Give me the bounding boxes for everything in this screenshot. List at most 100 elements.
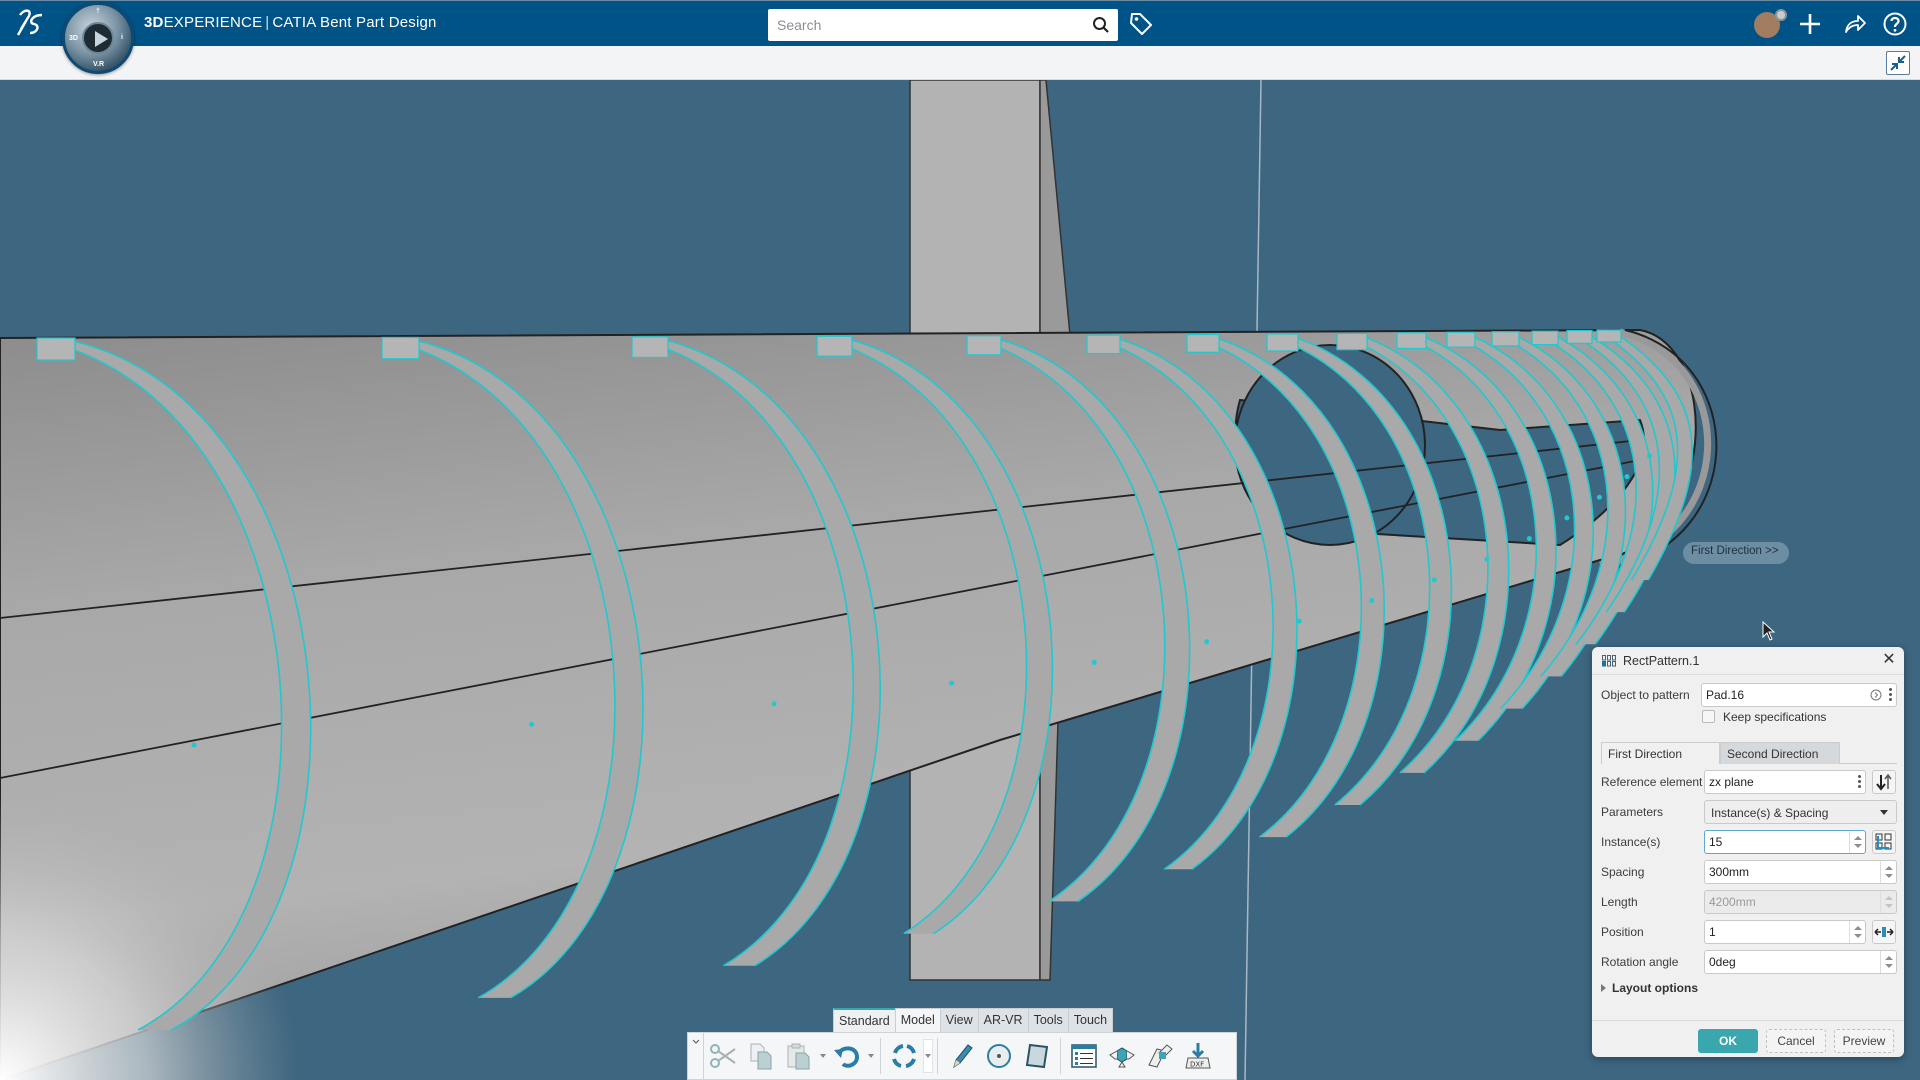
ring-center-point [1369,598,1375,603]
help-icon[interactable] [1882,11,1908,37]
parameters-row: Parameters Instance(s) & Spacing [1601,800,1897,824]
compass-label-info[interactable]: i [121,34,123,41]
position-spinner[interactable] [1849,921,1865,943]
parameters-select[interactable]: Instance(s) & Spacing [1704,800,1897,824]
object-to-pattern-field[interactable] [1701,683,1897,707]
more-options-icon[interactable] [1889,688,1892,702]
first-direction-label[interactable]: First Direction >> [1683,542,1789,564]
ok-button[interactable]: OK [1698,1029,1758,1053]
instances-pick-button[interactable] [1872,830,1896,854]
scissors-icon [710,1044,736,1068]
collapse-action-bar-button[interactable] [688,1033,704,1079]
reference-more-icon[interactable] [1858,775,1861,789]
spacing-spinner[interactable] [1880,861,1896,883]
tag-icon[interactable] [1128,11,1154,37]
ring-center-point [1091,659,1097,665]
mouse-cursor-icon [1762,621,1776,641]
spacing-field[interactable] [1704,860,1897,884]
fold-button[interactable] [1143,1039,1177,1073]
plane-icon [1025,1043,1049,1069]
plane-button[interactable] [1020,1039,1054,1073]
ring-center-point [1204,639,1210,645]
collapse-button[interactable] [1886,51,1910,75]
compass-label-vr[interactable]: V.R [93,61,104,68]
paste-button[interactable] [782,1039,816,1073]
search-input[interactable] [768,9,1068,41]
instances-spinner[interactable] [1849,831,1865,853]
expand-icon [1601,984,1606,992]
keep-specifications-row: Keep specifications [1601,709,1897,725]
tab-ar-vr[interactable]: AR-VR [977,1008,1028,1032]
tab-tools[interactable]: Tools [1027,1008,1068,1032]
sketch-button[interactable] [944,1039,978,1073]
tab-standard[interactable]: Standard [833,1008,895,1032]
object-to-pattern-row: Object to pattern [1601,683,1897,707]
object-to-pattern-input[interactable] [1702,684,1896,706]
rotation-label: Rotation angle [1601,955,1679,969]
table-button[interactable] [1067,1039,1101,1073]
tab-first-direction[interactable]: First Direction [1601,742,1720,764]
ring-top-tab [1531,330,1559,346]
rotation-input[interactable] [1705,951,1896,973]
export-dxf-button[interactable]: DXF [1181,1039,1215,1073]
compass-label-3d[interactable]: 3D [69,35,78,42]
tab-view[interactable]: View [939,1008,978,1032]
spacing-input[interactable] [1705,861,1896,883]
layout-options-label: Layout options [1612,981,1698,995]
tab-model[interactable]: Model [894,1008,940,1032]
keep-specifications-checkbox[interactable] [1702,710,1715,723]
rotation-field[interactable] [1704,950,1897,974]
ring-top-tab [1266,333,1299,352]
title-separator: | [265,14,270,31]
paste-dropdown[interactable] [818,1039,828,1073]
undo-icon [834,1046,860,1068]
length-row: Length [1601,890,1897,914]
unfold-button[interactable] [1105,1039,1139,1073]
reference-element-field[interactable] [1704,770,1866,794]
position-pick-button[interactable] [1872,920,1896,944]
close-icon[interactable]: ✕ [1880,651,1898,669]
plus-icon[interactable] [1797,11,1823,37]
position-input[interactable] [1705,921,1865,943]
hole-button[interactable] [982,1039,1016,1073]
cut-button[interactable] [706,1039,740,1073]
ring-top-tab [1086,334,1121,355]
length-spinner [1880,891,1896,913]
paste-icon [787,1043,810,1070]
ds-logo-icon[interactable] [14,7,48,41]
rect-pattern-dialog: RectPattern.1 ✕ Object to pattern Keep s… [1592,647,1904,1057]
length-input [1705,891,1896,913]
play-icon [95,31,108,47]
update-dropdown[interactable] [923,1039,933,1073]
tab-second-direction[interactable]: Second Direction [1720,742,1840,764]
position-field[interactable] [1704,920,1866,944]
reference-element-input[interactable] [1705,771,1865,793]
ring-center-point [1624,474,1630,480]
layout-options-toggle[interactable]: Layout options [1601,981,1698,995]
undo-button[interactable] [830,1039,864,1073]
share-icon[interactable] [1842,11,1868,37]
reverse-direction-button[interactable] [1872,770,1896,794]
copy-button[interactable] [744,1039,778,1073]
ring-top-tab [381,336,420,360]
preview-button[interactable]: Preview [1834,1029,1894,1053]
ring-top-tab [1566,329,1593,344]
search-box[interactable] [768,9,1118,41]
instances-input[interactable] [1705,831,1865,853]
navigate-icon[interactable] [1870,689,1882,701]
cancel-button[interactable]: Cancel [1766,1029,1826,1053]
compass-play-button[interactable] [82,22,114,54]
rotation-spinner[interactable] [1880,951,1896,973]
instances-field[interactable] [1704,830,1866,854]
undo-dropdown[interactable] [866,1039,876,1073]
compass-icon[interactable]: † 3D i V.R [62,2,134,74]
search-icon[interactable] [1092,16,1110,34]
app-title: 3DEXPERIENCE | CATIA Bent Part Design [144,14,437,31]
ring-center-point [191,742,197,748]
update-button[interactable] [887,1039,921,1073]
length-label: Length [1601,895,1638,909]
tab-touch[interactable]: Touch [1067,1008,1114,1032]
chevron-down-icon [692,1039,699,1044]
ring-top-tab [1336,332,1368,351]
dialog-title-bar[interactable]: RectPattern.1 ✕ [1592,647,1904,675]
